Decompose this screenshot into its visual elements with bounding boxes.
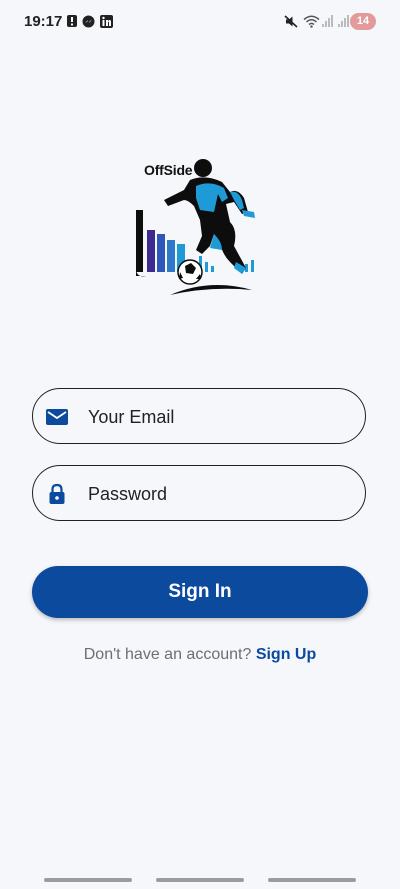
messenger-icon bbox=[82, 15, 95, 28]
nav-handle-right[interactable] bbox=[268, 878, 356, 882]
signup-prompt: Don't have an account? bbox=[83, 646, 252, 663]
sign-up-link[interactable]: Sign Up bbox=[256, 646, 316, 663]
mute-icon bbox=[284, 15, 298, 28]
nav-handle-left[interactable] bbox=[44, 878, 132, 882]
signal-icon-2 bbox=[338, 15, 349, 27]
alert-icon bbox=[67, 15, 77, 27]
status-bar: 19:17 14 bbox=[0, 0, 400, 44]
lock-icon bbox=[49, 483, 65, 504]
password-field[interactable] bbox=[32, 465, 366, 522]
linkedin-icon bbox=[100, 15, 113, 28]
signal-icon-1 bbox=[322, 15, 333, 27]
logo-text: OffSide bbox=[144, 162, 193, 178]
wifi-icon bbox=[303, 15, 320, 28]
email-icon bbox=[46, 409, 68, 425]
email-input[interactable] bbox=[86, 389, 350, 445]
email-field[interactable] bbox=[32, 388, 366, 445]
sign-in-button[interactable]: Sign In bbox=[32, 566, 368, 618]
login-screen: 19:17 14 OffSide Your Email Sign In Don'… bbox=[0, 0, 400, 889]
password-input[interactable] bbox=[86, 466, 350, 522]
signup-row: Don't have an account? Sign Up bbox=[0, 646, 400, 664]
status-time: 19:17 bbox=[24, 13, 63, 30]
battery-badge: 14 bbox=[350, 13, 376, 30]
nav-handle-center[interactable] bbox=[156, 878, 244, 882]
